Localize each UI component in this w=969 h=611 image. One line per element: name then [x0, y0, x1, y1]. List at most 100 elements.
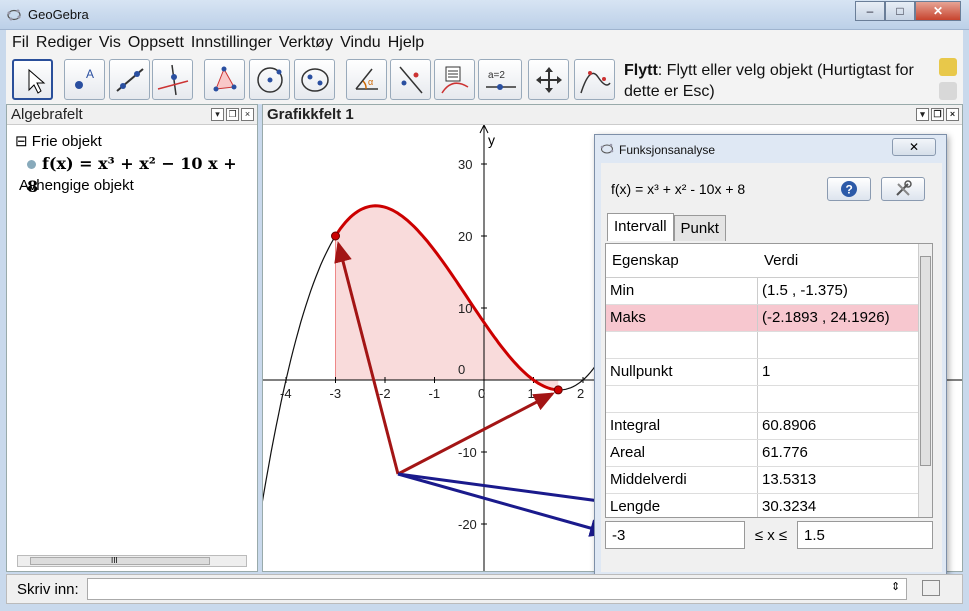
active-tool-name: Flytt: [624, 62, 658, 79]
interval-end-point: [553, 385, 563, 395]
input-label: Skriv inn:: [17, 581, 79, 598]
graphics-panel-controls: ▾ ❐ ×: [916, 108, 959, 121]
table-row[interactable]: Min (1.5 , -1.375): [606, 278, 932, 305]
row-value: [758, 332, 912, 358]
tree-free-objects[interactable]: ⊟ Frie objekt: [15, 131, 249, 153]
tools-icon: [896, 180, 912, 196]
panel-undock-icon[interactable]: ❐: [226, 108, 239, 121]
input-history-icon[interactable]: ⇕: [891, 580, 900, 593]
polygon-tool-button[interactable]: [204, 59, 245, 100]
y-tick-label: -20: [458, 517, 477, 532]
table-row[interactable]: Middelverdi 13.5313: [606, 467, 932, 494]
analysis-table: Egenskap Verdi Min (1.5 , -1.375) Maks (-2.…: [605, 243, 933, 518]
circle-tool-button[interactable]: [249, 59, 290, 100]
tree-function-row[interactable]: f(x) = x³ + x² − 10 x + 8: [15, 153, 249, 196]
menu-vindu[interactable]: Vindu: [340, 34, 381, 52]
y-tick-label: 30: [458, 157, 472, 172]
function-curve-icon: [580, 71, 611, 94]
graphics-view-header: Grafikkfelt 1 ▾ ❐ ×: [263, 105, 962, 125]
table-body: Min (1.5 , -1.375) Maks (-2.1893 , 24.1926)…: [606, 278, 932, 517]
row-property: [606, 332, 758, 358]
slider-icon: a=2: [486, 70, 516, 90]
function-inspector-tool-button[interactable]: [574, 59, 615, 100]
y-tick-label: 20: [458, 229, 472, 244]
move-tool-button[interactable]: [12, 59, 53, 100]
minimize-button[interactable]: –: [855, 1, 885, 21]
menu-verktoy[interactable]: Verktøy: [279, 34, 333, 52]
slider-tool-button[interactable]: [434, 59, 475, 100]
annotation-arrow-to-from-field: [397, 472, 611, 537]
graphics-undock-icon[interactable]: ❐: [931, 108, 944, 121]
move-graphics-tool-button[interactable]: [528, 59, 569, 100]
scroll-grip-label: III: [111, 556, 118, 565]
polygon-icon: [213, 66, 237, 92]
redo-icon[interactable]: [939, 82, 957, 100]
menu-rediger[interactable]: Rediger: [36, 34, 92, 52]
input-help-button[interactable]: [922, 580, 940, 596]
row-value: (1.5 , -1.375): [762, 282, 848, 299]
tab-intervall[interactable]: Intervall: [607, 213, 674, 241]
table-row[interactable]: Areal 61.776: [606, 440, 932, 467]
menu-fil[interactable]: Fil: [12, 34, 29, 52]
line-tool-button[interactable]: [109, 59, 150, 100]
table-row[interactable]: Maks (-2.1893 , 24.1926): [606, 305, 932, 332]
table-row[interactable]: Lengde 30.3234: [606, 494, 932, 517]
slider-value-tool-button[interactable]: a=2: [478, 59, 522, 100]
y-axis-label: y: [488, 132, 495, 148]
graphics-menu-icon[interactable]: ▾: [916, 108, 929, 121]
maximize-button[interactable]: □: [885, 1, 915, 21]
close-button[interactable]: ✕: [915, 1, 961, 21]
table-vertical-scrollbar[interactable]: [918, 244, 932, 517]
algebra-view-title: Algebrafelt: [11, 106, 83, 123]
table-row[interactable]: Nullpunkt 1: [606, 359, 932, 386]
row-property: Lengde: [606, 494, 758, 517]
active-tool-description: : Flytt eller velg objekt (Hurtigtast fo…: [624, 62, 914, 100]
menu-innstillinger[interactable]: Innstillinger: [191, 34, 272, 52]
row-value: 1: [762, 363, 771, 380]
header-value: Verdi: [764, 252, 799, 269]
row-value: (-2.1893 , 24.1926): [762, 309, 890, 326]
dialog-close-button[interactable]: ✕: [892, 138, 936, 156]
row-value: [758, 386, 912, 412]
help-icon: ?: [841, 181, 857, 197]
menu-oppsett[interactable]: Oppsett: [128, 34, 184, 52]
options-button[interactable]: [881, 177, 925, 201]
tab-punkt[interactable]: Punkt: [673, 215, 726, 241]
input-field[interactable]: [87, 578, 907, 600]
table-row[interactable]: [606, 386, 932, 413]
panel-menu-icon[interactable]: ▾: [211, 108, 224, 121]
graphics-close-icon[interactable]: ×: [946, 108, 959, 121]
point-tool-button[interactable]: A: [64, 59, 105, 100]
interval-end-input[interactable]: 1.5: [797, 521, 933, 549]
interval-symbol: ≤ x ≤: [754, 526, 788, 544]
table-header: Egenskap Verdi: [606, 244, 932, 278]
table-scroll-thumb[interactable]: [920, 256, 931, 466]
row-value: 30.3234: [762, 498, 817, 515]
menu-hjelp[interactable]: Hjelp: [388, 34, 424, 52]
undo-icon[interactable]: [939, 58, 957, 76]
x-tick-label: 2: [577, 386, 584, 401]
panel-close-icon[interactable]: ×: [241, 108, 254, 121]
y-tick-label: 0: [458, 362, 465, 377]
x-tick-label: 0: [478, 386, 485, 401]
visibility-toggle-icon[interactable]: [27, 160, 36, 169]
help-button[interactable]: ?: [827, 177, 871, 201]
scrollbar-thumb[interactable]: III: [30, 556, 210, 565]
y-tick-label: -10: [458, 445, 477, 460]
algebra-horizontal-scrollbar[interactable]: III: [17, 555, 247, 567]
conic-tool-button[interactable]: [294, 59, 335, 100]
reflect-tool-button[interactable]: [390, 59, 431, 100]
window-titlebar: GeoGebra – □ ✕: [0, 0, 969, 30]
dialog-title: Funksjonsanalyse: [619, 143, 716, 157]
window-title: GeoGebra: [28, 7, 89, 22]
perpendicular-tool-button[interactable]: [152, 59, 193, 100]
angle-tool-button[interactable]: α: [346, 59, 387, 100]
menu-vis[interactable]: Vis: [99, 34, 121, 52]
svg-text:α: α: [368, 77, 373, 87]
interval-start-input[interactable]: -3: [605, 521, 745, 549]
table-row[interactable]: Integral 60.8906: [606, 413, 932, 440]
point-icon: A: [75, 67, 94, 89]
table-row[interactable]: [606, 332, 932, 359]
input-bar: Skriv inn: ⇕: [6, 574, 963, 604]
x-tick-label: -1: [429, 386, 441, 401]
